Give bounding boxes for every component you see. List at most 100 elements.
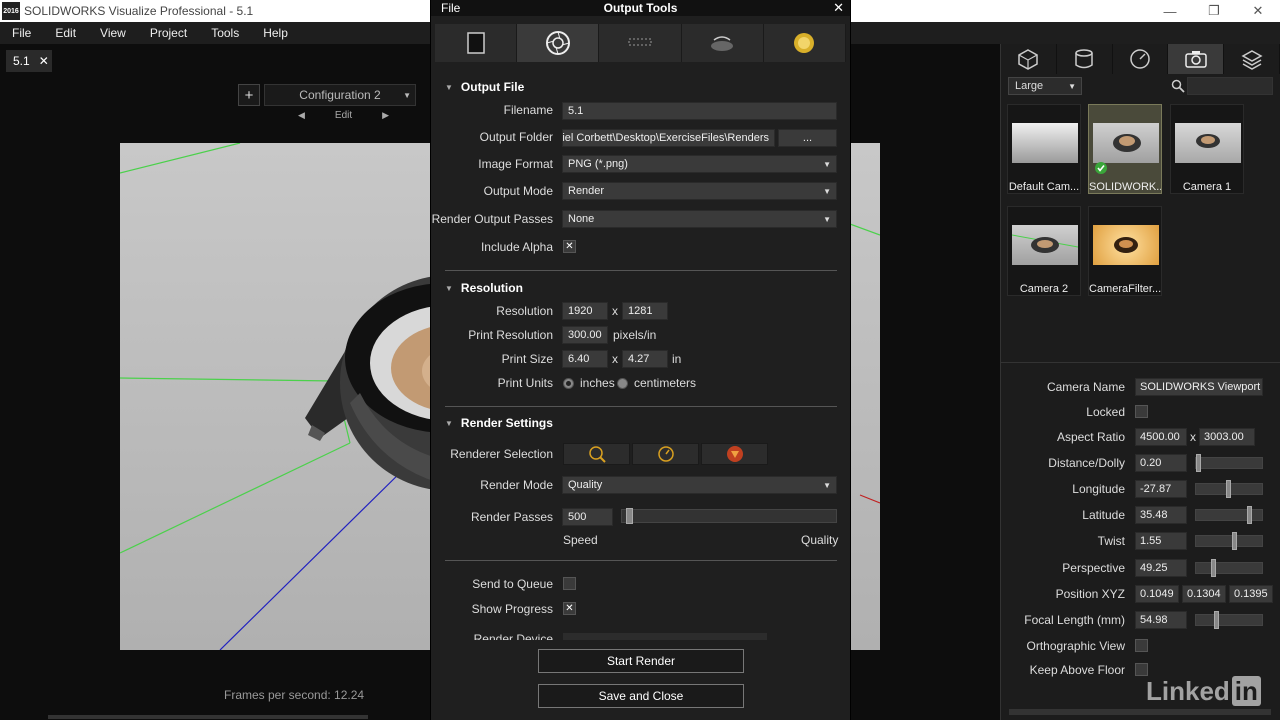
show-progress-checkbox[interactable]: ✕ xyxy=(563,602,576,615)
render-passes-input[interactable]: 500 xyxy=(562,508,613,526)
aspect-width-input[interactable]: 4500.00 xyxy=(1135,428,1187,446)
send-to-queue-checkbox[interactable] xyxy=(563,577,576,590)
keep-above-floor-label: Keep Above Floor xyxy=(1029,663,1125,677)
perspective-slider[interactable] xyxy=(1195,559,1263,577)
next-config-icon[interactable]: ▶ xyxy=(382,110,389,121)
output-mode-label: Output Mode xyxy=(483,184,553,198)
camera-name-input[interactable]: SOLIDWORKS Viewport xyxy=(1135,378,1263,396)
output-folder-input[interactable]: Gabriel Corbett\Desktop\ExerciseFiles\Re… xyxy=(562,129,775,147)
renderer-accurate-button[interactable] xyxy=(701,443,768,465)
twist-slider[interactable] xyxy=(1195,532,1263,550)
camera-thumb-camera-2[interactable]: Camera 2 xyxy=(1007,206,1081,296)
slider-thumb[interactable] xyxy=(1226,480,1231,498)
save-and-close-button[interactable]: Save and Close xyxy=(538,684,744,708)
restore-button[interactable]: ❐ xyxy=(1192,0,1236,22)
position-x-input[interactable]: 0.1049 xyxy=(1135,585,1179,603)
render-passes-slider[interactable] xyxy=(621,508,837,524)
longitude-input[interactable]: -27.87 xyxy=(1135,480,1187,498)
image-format-dropdown[interactable]: PNG (*.png) ▼ xyxy=(562,155,837,173)
longitude-slider[interactable] xyxy=(1195,480,1263,498)
keep-above-floor-checkbox[interactable] xyxy=(1135,663,1148,676)
browse-folder-button[interactable]: ... xyxy=(778,129,837,147)
distance-slider[interactable] xyxy=(1195,454,1263,472)
camera-thumb-camera-1[interactable]: Camera 1 xyxy=(1170,104,1244,194)
aspect-height-input[interactable]: 3003.00 xyxy=(1199,428,1255,446)
menu-view[interactable]: View xyxy=(88,26,138,40)
chevron-down-icon: ▼ xyxy=(823,480,831,490)
slider-thumb[interactable] xyxy=(626,508,634,524)
tab-libraries[interactable] xyxy=(1224,44,1280,74)
tab-appearances[interactable] xyxy=(1057,44,1113,74)
dialog-close-icon[interactable]: ✕ xyxy=(833,0,844,16)
menu-edit[interactable]: Edit xyxy=(43,26,88,40)
resolution-height-input[interactable]: 1281 xyxy=(622,302,668,320)
menu-help[interactable]: Help xyxy=(251,26,300,40)
previous-config-icon[interactable]: ◀ xyxy=(298,110,305,121)
properties-scrollbar[interactable] xyxy=(1009,709,1271,715)
position-y-input[interactable]: 0.1304 xyxy=(1182,585,1226,603)
render-settings-header[interactable]: ▼ Render Settings xyxy=(445,416,837,430)
dialog-file-menu[interactable]: File xyxy=(441,1,460,15)
slider-thumb[interactable] xyxy=(1232,532,1237,550)
menu-project[interactable]: Project xyxy=(138,26,199,40)
position-z-input[interactable]: 0.1395 xyxy=(1229,585,1273,603)
camera-thumb-solidworks[interactable]: SOLIDWORK... xyxy=(1088,104,1162,194)
tab-aperture[interactable] xyxy=(517,24,600,62)
tab-sun-study[interactable] xyxy=(763,24,847,62)
renderer-fast-button[interactable] xyxy=(632,443,699,465)
latitude-input[interactable]: 35.48 xyxy=(1135,506,1187,524)
latitude-slider[interactable] xyxy=(1195,506,1263,524)
tab-animation[interactable] xyxy=(599,24,682,62)
slider-thumb[interactable] xyxy=(1214,611,1219,629)
render-device-selector[interactable] xyxy=(563,633,767,640)
perspective-input[interactable]: 49.25 xyxy=(1135,559,1187,577)
close-window-button[interactable]: ✕ xyxy=(1236,0,1280,22)
slider-thumb[interactable] xyxy=(1211,559,1216,577)
print-width-input[interactable]: 6.40 xyxy=(562,350,608,368)
add-configuration-button[interactable]: + xyxy=(238,84,260,106)
orthographic-view-checkbox[interactable] xyxy=(1135,639,1148,652)
slider-thumb[interactable] xyxy=(1196,454,1201,472)
thumbnail-size-dropdown[interactable]: Large ▼ xyxy=(1008,77,1082,95)
camera-search-input[interactable] xyxy=(1187,77,1273,95)
renderer-preview-button[interactable] xyxy=(563,443,630,465)
centimeters-radio[interactable] xyxy=(617,378,628,389)
focal-length-slider[interactable] xyxy=(1195,611,1263,629)
accurate-renderer-icon xyxy=(726,446,743,462)
start-render-button[interactable]: Start Render xyxy=(538,649,744,673)
resolution-header[interactable]: ▼ Resolution xyxy=(445,281,837,295)
resolution-section: ▼ Resolution xyxy=(445,281,837,295)
focal-length-input[interactable]: 54.98 xyxy=(1135,611,1187,629)
tab-cameras[interactable] xyxy=(1168,44,1225,74)
tab-scenes[interactable] xyxy=(1113,44,1169,74)
include-alpha-checkbox[interactable]: ✕ xyxy=(563,240,576,253)
menu-tools[interactable]: Tools xyxy=(199,26,251,40)
render-output-passes-dropdown[interactable]: None ▼ xyxy=(562,210,837,228)
print-height-input[interactable]: 4.27 xyxy=(622,350,668,368)
minimize-button[interactable]: — xyxy=(1148,0,1192,22)
camera-thumb-default[interactable]: Default Cam... xyxy=(1007,104,1081,194)
inches-radio[interactable] xyxy=(563,378,574,389)
locked-checkbox[interactable] xyxy=(1135,405,1148,418)
filename-input[interactable]: 5.1 xyxy=(562,102,837,120)
document-tab[interactable]: 5.1 ✕ xyxy=(6,50,52,72)
output-mode-dropdown[interactable]: Render ▼ xyxy=(562,182,837,200)
menu-file[interactable]: File xyxy=(0,26,43,40)
tab-turntable[interactable] xyxy=(681,24,764,62)
resolution-width-input[interactable]: 1920 xyxy=(562,302,608,320)
tab-render-image[interactable] xyxy=(435,24,518,62)
twist-input[interactable]: 1.55 xyxy=(1135,532,1187,550)
edit-config-link[interactable]: Edit xyxy=(335,110,352,121)
slider-thumb[interactable] xyxy=(1247,506,1252,524)
close-tab-icon[interactable]: ✕ xyxy=(39,54,49,68)
print-resolution-input[interactable]: 300.00 xyxy=(562,326,608,344)
camera-thumb-camera-filter[interactable]: CameraFilter... xyxy=(1088,206,1162,296)
configuration-dropdown[interactable]: Configuration 2 ▼ xyxy=(264,84,416,106)
orthographic-view-label: Orthographic View xyxy=(1026,639,1126,653)
render-mode-dropdown[interactable]: Quality ▼ xyxy=(562,476,837,494)
viewport-scrollbar[interactable] xyxy=(48,715,368,719)
distance-input[interactable]: 0.20 xyxy=(1135,454,1187,472)
camera-preview xyxy=(1012,123,1078,163)
tab-models[interactable] xyxy=(1001,44,1057,74)
output-file-header[interactable]: ▼ Output File xyxy=(445,80,837,94)
